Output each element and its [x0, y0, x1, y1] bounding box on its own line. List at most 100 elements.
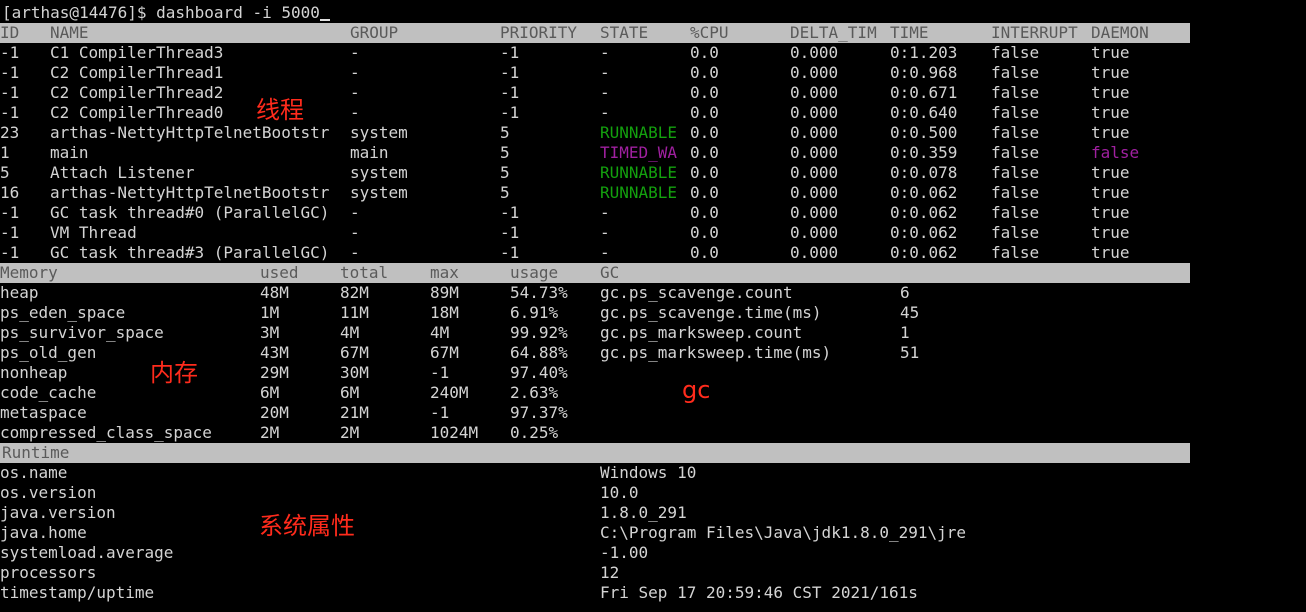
thread-group: - [350, 243, 360, 262]
thread-delta: 0.000 [790, 63, 839, 82]
thread-row: -1 GC task thread#0 (ParallelGC) - -1 - 0.0 0.… [0, 203, 1190, 223]
thread-name: C1 CompilerThread3 [50, 43, 224, 62]
memory-used: 3M [260, 323, 280, 342]
thread-group: - [350, 83, 360, 102]
thread-name: main [50, 143, 89, 162]
thread-group: - [350, 223, 360, 242]
thread-group: system [350, 183, 408, 202]
thread-id: -1 [0, 103, 20, 122]
thread-row: 5 Attach Listener system 5 RUNNABLE 0.0 0.000 0… [0, 163, 1190, 183]
thread-state: - [600, 43, 610, 62]
thread-time: 0:0.640 [890, 103, 958, 122]
thread-interrupt: false [991, 223, 1040, 242]
thread-daemon: true [1091, 103, 1130, 122]
runtime-row: java.home C:\Program Files\Java\jdk1.8.0_… [0, 523, 1190, 543]
thread-interrupt: false [991, 143, 1040, 162]
thread-id: -1 [0, 43, 20, 62]
memory-header-usage: usage [510, 263, 559, 282]
thread-delta: 0.000 [790, 243, 839, 262]
thread-delta: 0.000 [790, 203, 839, 222]
runtime-property-value: C:\Program Files\Java\jdk1.8.0_291\jre [600, 523, 967, 542]
memory-header-gc: GC [600, 263, 620, 282]
memory-max: -1 [430, 363, 450, 382]
memory-row: compressed_class_space 2M 2M 1024M 0.25% [0, 423, 600, 443]
thread-state: - [600, 63, 610, 82]
thread-name: GC task thread#0 (ParallelGC) [50, 203, 330, 222]
thread-interrupt: false [991, 83, 1040, 102]
memory-used: 6M [260, 383, 280, 402]
runtime-row: os.version 10.0 [0, 483, 1190, 503]
thread-state: RUNNABLE [600, 163, 678, 182]
thread-row: -1 C1 CompilerThread3 - -1 - 0.0 0.000 0:1.203 f… [0, 43, 1190, 63]
memory-row: metaspace 20M 21M -1 97.37% [0, 403, 600, 423]
thread-interrupt: false [991, 243, 1040, 262]
gc-metric-value: 1 [900, 323, 910, 342]
thread-cpu: 0.0 [690, 143, 719, 162]
thread-state: - [600, 223, 610, 242]
memory-row: ps_survivor_space 3M 4M 4M 99.92% [0, 323, 600, 343]
memory-name: ps_survivor_space [0, 323, 164, 342]
runtime-property-name: timestamp/uptime [0, 583, 155, 602]
thread-priority: -1 [500, 203, 520, 222]
text-cursor [319, 19, 330, 21]
annotation-gc: gc [682, 376, 711, 404]
thread-group: - [350, 203, 360, 222]
memory-row: heap 48M 82M 89M 54.73% [0, 283, 600, 303]
thread-name: arthas-NettyHttpTelnetBootstr [50, 123, 330, 142]
runtime-row: timestamp/uptime Fri Sep 17 20:59:46 CST … [0, 583, 1190, 603]
memory-usage: 6.91% [510, 303, 559, 322]
runtime-property-value: 12 [600, 563, 620, 582]
thread-group: system [350, 123, 408, 142]
thread-cpu: 0.0 [690, 243, 719, 262]
thread-id: 5 [0, 163, 10, 182]
thread-state: - [600, 243, 610, 262]
gc-row: gc.ps_scavenge.count 6 [600, 283, 1190, 303]
gc-metric-name: gc.ps_scavenge.count [600, 283, 793, 302]
memory-row: nonheap 29M 30M -1 97.40% [0, 363, 600, 383]
thread-time: 0:0.062 [890, 183, 958, 202]
thread-state: - [600, 83, 610, 102]
thread-header-delta: DELTA_TIM [790, 23, 877, 42]
gc-metric-name: gc.ps_marksweep.time(ms) [600, 343, 832, 362]
thread-priority: 5 [500, 123, 510, 142]
thread-row: -1 C2 CompilerThread1 - -1 - 0.0 0.000 0:0.968 f… [0, 63, 1190, 83]
thread-priority: 5 [500, 183, 510, 202]
memory-name: nonheap [0, 363, 68, 382]
runtime-property-value: -1.00 [600, 543, 649, 562]
gc-metric-value: 51 [900, 343, 920, 362]
memory-used: 43M [260, 343, 289, 362]
memory-total: 21M [340, 403, 369, 422]
thread-header-group: GROUP [350, 23, 399, 42]
thread-interrupt: false [991, 63, 1040, 82]
runtime-table-header: Runtime [0, 443, 1190, 463]
thread-time: 0:0.968 [890, 63, 958, 82]
memory-name: ps_old_gen [0, 343, 97, 362]
thread-delta: 0.000 [790, 163, 839, 182]
memory-usage: 2.63% [510, 383, 559, 402]
thread-header-time: TIME [890, 23, 929, 42]
thread-cpu: 0.0 [690, 163, 719, 182]
thread-priority: -1 [500, 103, 520, 122]
memory-usage: 97.40% [510, 363, 568, 382]
thread-cpu: 0.0 [690, 63, 719, 82]
thread-group: system [350, 163, 408, 182]
memory-max: -1 [430, 403, 450, 422]
memory-total: 11M [340, 303, 369, 322]
memory-name: code_cache [0, 383, 97, 402]
thread-delta: 0.000 [790, 183, 839, 202]
thread-time: 0:0.062 [890, 223, 958, 242]
thread-header-name: NAME [50, 23, 89, 42]
thread-header-daemon: DAEMON [1091, 23, 1149, 42]
memory-total: 30M [340, 363, 369, 382]
thread-id: -1 [0, 243, 20, 262]
runtime-property-value: Windows 10 [600, 463, 697, 482]
thread-table-header: ID NAME GROUP PRIORITY STATE %CPU DELTA_TIM TIM… [0, 23, 1190, 43]
thread-time: 0:0.078 [890, 163, 958, 182]
memory-total: 67M [340, 343, 369, 362]
memory-header-used: used [260, 263, 299, 282]
thread-priority: -1 [500, 43, 520, 62]
runtime-header-label: Runtime [2, 443, 70, 462]
terminal-prompt[interactable]: [arthas@14476]$ dashboard -i 5000 [2, 3, 330, 23]
memory-usage: 64.88% [510, 343, 568, 362]
memory-used: 48M [260, 283, 289, 302]
